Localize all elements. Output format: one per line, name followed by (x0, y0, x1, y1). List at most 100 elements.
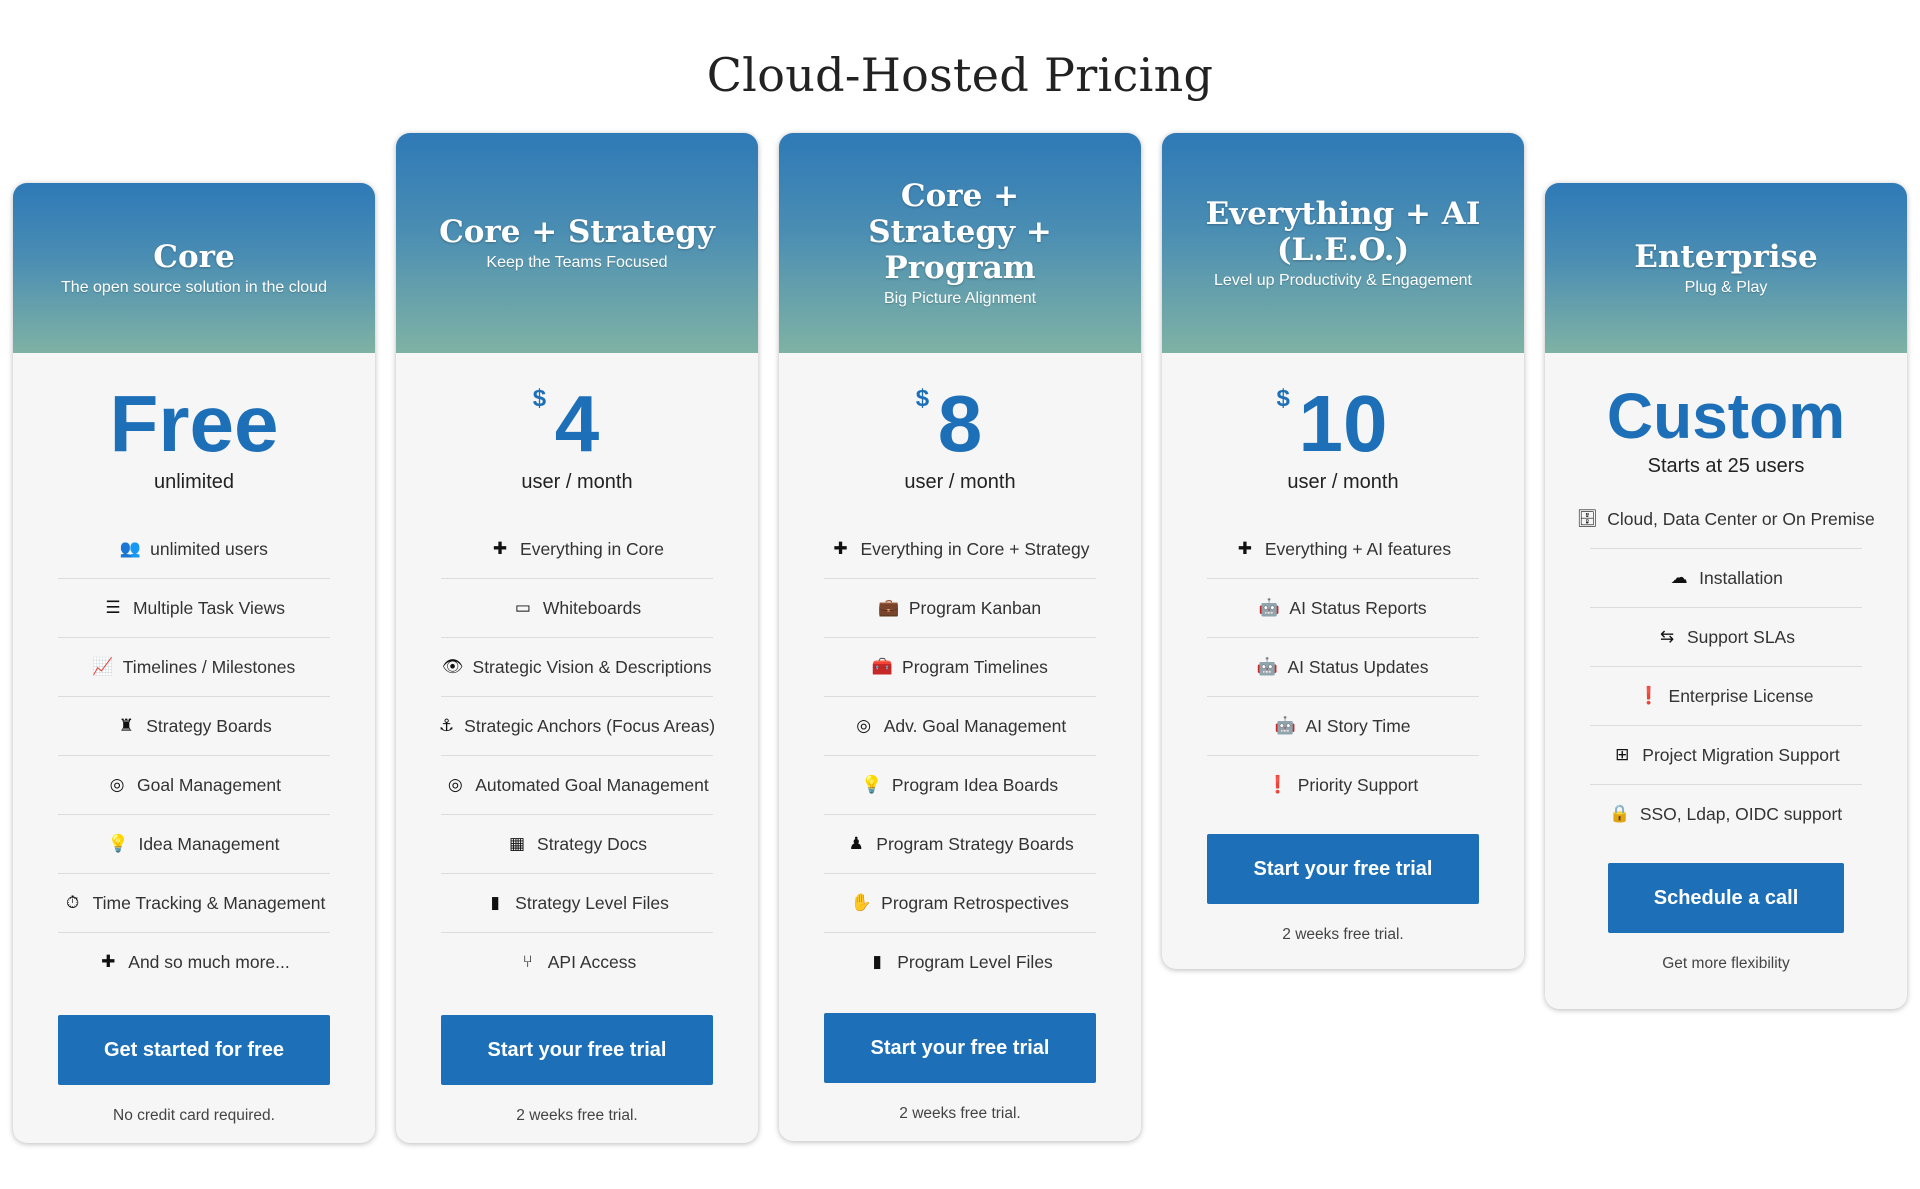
feature-label: Multiple Task Views (132, 597, 286, 618)
chess-icon: ♜ (118, 716, 134, 735)
users-icon: 👥 (119, 539, 141, 558)
plus-icon: ✚ (1237, 539, 1252, 558)
plan-header: Everything + AI (L.E.O.) Level up Produc… (1162, 133, 1524, 353)
stopwatch-icon: ⏱ (65, 893, 80, 912)
start-free-trial-button[interactable]: Start your free trial (441, 1015, 713, 1085)
feature-item: ⚓ Strategic Anchors (Focus Areas) (438, 697, 715, 756)
currency-symbol: $ (915, 385, 930, 412)
feature-item: ❗ Enterprise License (1590, 667, 1862, 726)
feature-list: ✚ Everything + AI features 🤖 AI Status Rep… (1207, 520, 1479, 814)
feature-label: Whiteboards (542, 597, 642, 618)
feature-item: 👁 Strategic Vision & Descriptions (441, 638, 713, 697)
price-value: $8 (915, 379, 983, 468)
feature-item: 🗄 Cloud, Data Center or On Premise (1576, 490, 1875, 549)
anchor-icon: ⚓ (438, 716, 455, 735)
briefcase-icon: 💼 (878, 598, 900, 617)
feature-label: AI Status Updates (1287, 656, 1429, 677)
feature-item: ✚ Everything in Core (441, 520, 713, 579)
feature-label: Everything in Core + Strategy (860, 538, 1090, 559)
feature-label: Strategic Vision & Descriptions (472, 656, 712, 677)
plus-icon: ✚ (492, 539, 508, 558)
page-title: Cloud-Hosted Pricing (706, 48, 1214, 102)
plan-card-enterprise: Enterprise Plug & Play Custom Starts at … (1545, 183, 1907, 1009)
feature-item: ⇆ Support SLAs (1590, 608, 1862, 667)
feature-label: Strategy Docs (537, 833, 647, 854)
feature-list: ✚ Everything in Core + Strategy 💼 Program … (824, 520, 1096, 991)
cloud-upload-icon: ☁ (1670, 568, 1688, 587)
lightbulb-outline-icon: 💡 (861, 775, 883, 794)
feature-label: Cloud, Data Center or On Premise (1607, 508, 1875, 529)
feature-item: ☰ Multiple Task Views (58, 579, 330, 638)
feature-item: 📈 Timelines / Milestones (58, 638, 330, 697)
people-arrows-icon: ⇆ (1659, 627, 1675, 646)
feature-item: ✋ Program Retrospectives (824, 874, 1096, 933)
price-value: Custom (1606, 380, 1846, 452)
lightbulb-icon: 💡 (107, 834, 130, 853)
price-period: user / month (904, 471, 1016, 493)
feature-label: Strategy Level Files (515, 892, 669, 913)
feature-label: Goal Management (137, 774, 281, 795)
feature-label: Idea Management (138, 833, 280, 854)
plan-note: 2 weeks free trial. (516, 1107, 638, 1124)
plan-tagline: Big Picture Alignment (883, 290, 1037, 307)
feature-list: 👥 unlimited users ☰ Multiple Task Views 📈 T… (58, 520, 330, 991)
code-branch-icon: ⑂ (522, 952, 533, 971)
target-icon: ◎ (856, 716, 872, 735)
feature-label: AI Status Reports (1289, 597, 1427, 618)
feature-item: ⏱ Time Tracking & Management (58, 874, 330, 933)
feature-item: 🤖 AI Status Updates (1207, 638, 1479, 697)
feature-label: Adv. Goal Management (883, 715, 1067, 736)
feature-item: 🔒 SSO, Ldap, OIDC support (1590, 785, 1862, 843)
feature-label: Strategy Boards (146, 715, 272, 736)
plan-tagline: Plug & Play (1684, 279, 1768, 296)
feature-label: Automated Goal Management (475, 774, 709, 795)
feature-item: ▦ Strategy Docs (441, 815, 713, 874)
price-value: $10 (1276, 379, 1388, 468)
target-icon: ◎ (447, 775, 463, 794)
file-icon: ▮ (490, 893, 500, 912)
feature-item: ❗ Priority Support (1207, 756, 1479, 814)
feature-label: Program Level Files (897, 951, 1053, 972)
database-icon: 🗄 (1576, 509, 1599, 528)
feature-label: unlimited users (150, 538, 268, 559)
plan-card-core-strategy: Core + Strategy Keep the Teams Focused $… (396, 133, 758, 1143)
price-value: $4 (532, 379, 600, 468)
start-free-trial-button[interactable]: Start your free trial (1207, 834, 1479, 904)
chart-line-icon: 📈 (92, 657, 114, 676)
plan-header: Core + Strategy Keep the Teams Focused (396, 133, 758, 353)
feature-list: 🗄 Cloud, Data Center or On Premise ☁ Insta… (1576, 490, 1875, 843)
feature-item: 💡 Program Idea Boards (824, 756, 1096, 815)
user-lock-icon: 🔒 (1609, 804, 1631, 823)
price-period: unlimited (153, 471, 235, 493)
robot-icon: 🤖 (1258, 598, 1281, 617)
start-free-trial-button[interactable]: Start your free trial (824, 1013, 1096, 1083)
get-started-button[interactable]: Get started for free (58, 1015, 330, 1085)
plan-tagline: The open source solution in the cloud (61, 279, 327, 296)
price-area: $4 user / month (396, 353, 758, 494)
feature-label: Everything + AI features (1264, 538, 1452, 559)
plan-card-core: Core The open source solution in the clo… (13, 183, 375, 1143)
feature-label: Program Idea Boards (891, 774, 1059, 795)
plus-icon: ✚ (101, 952, 116, 971)
plan-note: 2 weeks free trial. (1282, 926, 1404, 943)
list-icon: ☰ (105, 598, 121, 617)
eye-icon: 👁 (441, 657, 464, 676)
feature-list: ✚ Everything in Core ▭ Whiteboards 👁 Strate… (438, 520, 715, 991)
plan-tagline: Keep the Teams Focused (486, 254, 668, 271)
feature-label: Support SLAs (1687, 626, 1795, 647)
feature-item: ◎ Adv. Goal Management (824, 697, 1096, 756)
schedule-call-button[interactable]: Schedule a call (1608, 863, 1844, 933)
plan-header: Enterprise Plug & Play (1545, 183, 1907, 353)
feature-label: Time Tracking & Management (92, 892, 326, 913)
feature-item: 👥 unlimited users (58, 520, 330, 579)
feature-label: API Access (547, 951, 637, 972)
briefcase-medical-icon: ⊞ (1615, 745, 1630, 764)
chess-pawn-icon: ♟ (848, 834, 864, 853)
feature-item: 💡 Idea Management (58, 815, 330, 874)
plan-note: 2 weeks free trial. (899, 1105, 1021, 1122)
feature-label: Installation (1699, 567, 1783, 588)
feature-label: AI Story Time (1305, 715, 1411, 736)
robot-icon: 🤖 (1274, 716, 1297, 735)
plan-name: Core + Strategy + Program (868, 178, 1052, 286)
feature-item: ⑂ API Access (441, 933, 713, 991)
